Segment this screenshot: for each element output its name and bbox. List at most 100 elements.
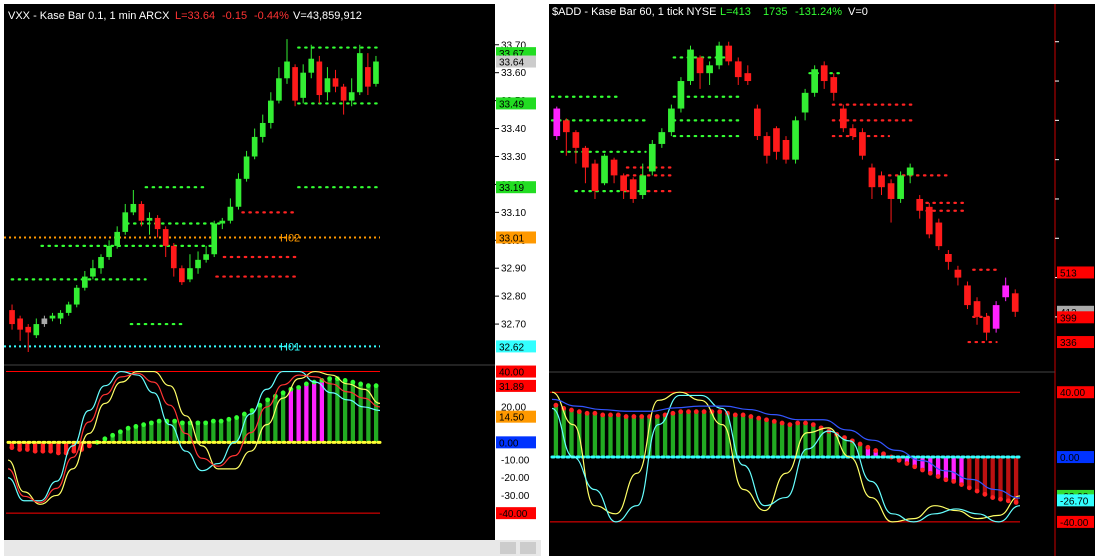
candle-body	[17, 318, 23, 330]
osc-tag-label: 0.00	[499, 438, 519, 449]
candle-body	[227, 206, 234, 221]
vxx-pct: -0.44%	[254, 10, 289, 22]
candle-body	[648, 143, 656, 172]
vxx-scroll-left-button[interactable]	[500, 542, 516, 554]
osc-hist-dot	[373, 383, 379, 389]
add-chart-pane[interactable]: 1,1001,000900800700600500400513413399336…	[549, 4, 1095, 556]
osc-hist-dot	[234, 415, 240, 420]
candle-body	[162, 229, 169, 246]
osc-hist-dot	[218, 418, 224, 424]
vxx-scroll-right-button[interactable]	[520, 542, 536, 554]
candle-body	[801, 92, 809, 113]
vxx-horizontal-scrollbar[interactable]	[4, 540, 541, 556]
candle-body	[782, 140, 790, 160]
osc-hist-dot	[608, 412, 613, 418]
candle-body	[130, 203, 137, 213]
osc-tag-label: -40.00	[499, 509, 528, 520]
price-tag-label: 513	[1060, 268, 1077, 279]
trading-chart-window: H02H01 33.7033.6033.5033.4033.3033.2033.…	[0, 0, 1095, 560]
osc-hist-dot	[865, 444, 871, 450]
candle-body	[243, 156, 250, 179]
candle-body	[146, 217, 153, 221]
candle-body	[348, 92, 355, 101]
osc-hist-dot	[896, 457, 902, 463]
candle-body	[324, 78, 331, 93]
osc-hist-dot	[920, 467, 925, 473]
candle-body	[983, 316, 990, 333]
time-axis-label: 12:00	[152, 526, 177, 537]
candle-body	[696, 57, 704, 74]
candle-body	[219, 220, 226, 224]
osc-hist-dot	[102, 436, 108, 442]
candle-body	[340, 86, 347, 101]
candle-body	[73, 287, 80, 305]
candle-body	[744, 73, 752, 82]
osc-hist-dot	[990, 495, 996, 500]
level-label-h02: H02	[280, 232, 300, 244]
candle-body	[284, 61, 290, 79]
candle-body	[308, 58, 315, 73]
vxx-header: VXX - Kase Bar 0.1, 1 min ARCX L=33.64 -…	[8, 10, 362, 22]
candle-body	[725, 45, 733, 62]
candle-body	[582, 147, 589, 168]
vxx-change: -0.15	[222, 10, 247, 22]
candle-body	[114, 231, 121, 246]
osc-hist-dot	[569, 407, 574, 413]
candle-body	[138, 203, 145, 221]
price-tick-label: 33.40	[501, 124, 526, 135]
osc-hist-dot	[210, 418, 216, 424]
candle-body	[57, 312, 64, 319]
osc-hist-dot	[873, 448, 879, 453]
candle-body	[41, 318, 48, 325]
osc-tag-label: 40.00	[499, 368, 524, 379]
osc-hist-dot	[86, 443, 92, 449]
candle-body	[154, 217, 161, 230]
add-volume: V=0	[848, 6, 868, 18]
price-tick-label: 33.60	[501, 68, 526, 79]
candle-body	[25, 326, 32, 333]
osc-tag-label: 14.50	[499, 413, 524, 424]
candle-body	[973, 301, 981, 317]
osc-hist-dot	[172, 418, 178, 424]
osc-hist-dot	[615, 412, 621, 418]
candle-body	[839, 108, 847, 129]
osc-hist-dot	[358, 381, 364, 387]
candle-body	[187, 268, 193, 280]
osc-hist-dot	[912, 464, 918, 470]
price-tick-label: 600	[1061, 234, 1078, 245]
osc-hist-dot	[678, 409, 684, 415]
osc-hist-dot	[639, 414, 645, 419]
price-tag-label: 336	[1060, 338, 1077, 349]
candle-body	[935, 222, 943, 247]
add-pct: -131.24%	[795, 6, 842, 18]
candle-body	[945, 254, 952, 262]
osc-hist-dot	[553, 402, 559, 408]
vxx-chart-pane[interactable]: H02H01 33.7033.6033.5033.4033.3033.2033.…	[4, 4, 541, 556]
candle-body	[811, 69, 818, 93]
add-last: L=413	[720, 6, 751, 18]
candle-body	[868, 167, 876, 188]
price-tick-label: 900	[1061, 116, 1078, 127]
candle-body	[992, 305, 1000, 329]
candle-body	[122, 212, 129, 232]
candle-body	[754, 108, 761, 137]
add-symbol-desc: $ADD - Kase Bar 60, 1 tick NYSE	[552, 6, 716, 18]
vxx-last: L=33.64	[175, 10, 215, 22]
candle-body	[562, 120, 570, 133]
osc-hist-dot	[966, 485, 972, 491]
candle-body	[820, 65, 828, 82]
price-tag-label: 33.19	[499, 183, 524, 194]
candle-body	[267, 100, 274, 123]
add-header: $ADD - Kase Bar 60, 1 tick NYSE L=413 17…	[552, 6, 868, 18]
candle-body	[677, 81, 685, 109]
candle-body	[203, 254, 209, 260]
level-label-h01: H01	[280, 341, 300, 353]
osc-hist-dot	[600, 412, 606, 418]
candle-body	[792, 120, 799, 160]
osc-hist-dot	[203, 420, 209, 426]
candle-body	[98, 257, 104, 269]
osc-hist-dot	[296, 385, 302, 390]
candle-body	[195, 259, 201, 269]
osc-hist-dot	[654, 414, 660, 419]
candle-body	[332, 78, 339, 87]
